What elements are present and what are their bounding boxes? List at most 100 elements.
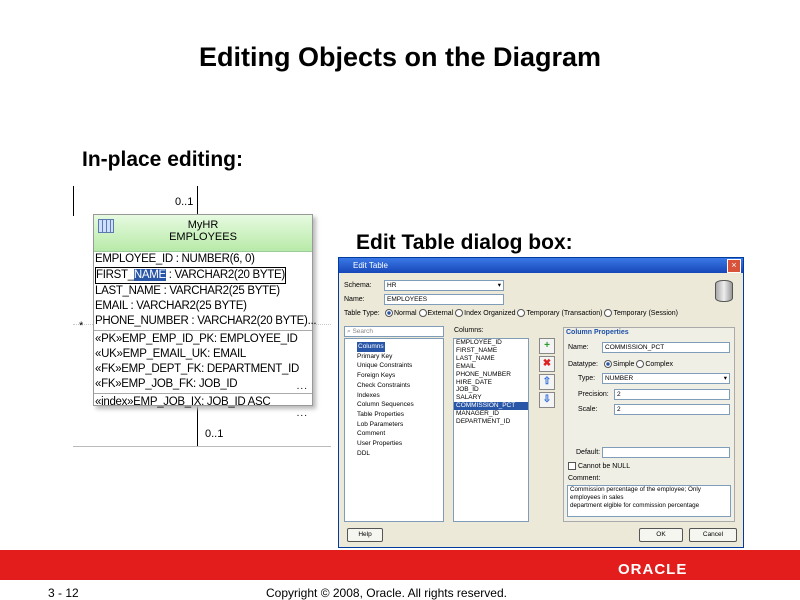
scale-input[interactable]: 2 <box>614 404 730 415</box>
list-item-selected[interactable]: COMMISSION_PCT <box>454 402 528 411</box>
column-name-input[interactable]: COMMISSION_PCT <box>602 342 730 353</box>
type-label: Type: <box>578 375 596 382</box>
column-row[interactable]: LAST_NAME : VARCHAR2(25 BYTE) <box>94 284 312 299</box>
column-row[interactable]: EMAIL : VARCHAR2(25 BYTE) <box>94 299 312 314</box>
schema-select[interactable]: HR ▾ <box>384 280 504 291</box>
schema-label: Schema: <box>344 282 372 289</box>
columns-list[interactable]: EMPLOYEE_ID FIRST_NAME LAST_NAME EMAIL P… <box>453 338 529 522</box>
divider <box>94 393 312 394</box>
list-item[interactable]: MANAGER_ID <box>454 410 528 418</box>
search-input[interactable]: ⌕ Search <box>344 326 444 337</box>
chevron-down-icon: ▾ <box>723 375 727 382</box>
comment-label: Comment: <box>568 475 601 482</box>
radio-icon <box>385 309 393 317</box>
close-icon[interactable]: × <box>727 259 741 273</box>
column-row[interactable]: PHONE_NUMBER : VARCHAR2(20 BYTE)... <box>94 314 317 329</box>
datatype-radios[interactable]: Simple Complex <box>604 360 673 368</box>
radio-icon <box>604 309 613 317</box>
type-select[interactable]: NUMBER ▾ <box>602 373 730 384</box>
employees-entity[interactable]: MyHR EMPLOYEES EMPLOYEE_ID : NUMBER(6, 0… <box>93 214 317 419</box>
radio-icon <box>418 309 427 317</box>
column-row[interactable]: EMPLOYEE_ID : NUMBER(6, 0) <box>94 252 312 267</box>
radio-temp-session[interactable]: Temporary (Session) <box>604 309 678 317</box>
radio-external[interactable]: External <box>418 309 453 317</box>
constraint-row[interactable]: «FK»EMP_JOB_FK: JOB_ID... <box>94 377 312 392</box>
list-item[interactable]: SALARY <box>454 394 528 402</box>
tree-item[interactable]: Lob Parameters <box>345 420 443 430</box>
radio-index-organized[interactable]: Index Organized <box>455 309 516 317</box>
radio-icon <box>604 360 612 368</box>
tree-item[interactable]: Unique Constraints <box>345 361 443 371</box>
radio-normal[interactable]: Normal <box>385 309 417 317</box>
index-row[interactable]: «index»EMP_JOB_IX: JOB_ID ASC <box>94 395 312 410</box>
datatype-label: Datatype: <box>568 361 598 368</box>
cardinality-bottom: 0..1 <box>205 428 224 440</box>
relation-line-top <box>197 186 198 214</box>
delete-icon: ✖ <box>542 358 552 369</box>
help-button[interactable]: Help <box>347 528 383 542</box>
default-input[interactable] <box>602 447 730 458</box>
edit-table-dialog[interactable]: Edit Table × Schema: HR ▾ Name: EMPLOYEES… <box>338 257 744 548</box>
tree-item[interactable]: Table Properties <box>345 410 443 420</box>
not-null-checkbox[interactable]: Cannot be NULL <box>568 462 630 470</box>
tree-item[interactable]: DDL <box>345 449 443 459</box>
tree-item[interactable]: Indexes <box>345 391 443 401</box>
comment-textarea[interactable]: Commission percentage of the employee; O… <box>567 485 731 517</box>
list-item[interactable]: DEPARTMENT_ID <box>454 418 528 426</box>
tree-item[interactable]: Check Constraints <box>345 381 443 391</box>
name-input[interactable]: EMPLOYEES <box>384 294 504 305</box>
radio-icon <box>455 309 464 317</box>
column-row-editing[interactable]: FIRST_NAME : VARCHAR2(20 BYTE) <box>94 267 312 284</box>
name-label: Name: <box>344 296 365 303</box>
selected-text: NAME <box>133 269 166 281</box>
tree-item[interactable]: Comment <box>345 429 443 439</box>
column-properties-panel: Column Properties Name: COMMISSION_PCT D… <box>563 327 735 522</box>
list-item[interactable]: FIRST_NAME <box>454 347 528 355</box>
radio-temp-transaction[interactable]: Temporary (Transaction) <box>517 309 602 317</box>
list-item[interactable]: EMAIL <box>454 363 528 371</box>
tree-item[interactable]: User Properties <box>345 439 443 449</box>
constraint-row[interactable]: «FK»EMP_DEPT_FK: DEPARTMENT_ID <box>94 362 312 377</box>
tree-item[interactable]: Foreign Keys <box>345 371 443 381</box>
oracle-logo: ORACLE <box>618 561 688 578</box>
section-tree[interactable]: Columns Primary Key Unique Constraints F… <box>344 338 444 522</box>
tree-item-columns[interactable]: Columns <box>345 339 443 352</box>
list-item[interactable]: LAST_NAME <box>454 355 528 363</box>
entity-header[interactable]: MyHR EMPLOYEES <box>94 215 312 252</box>
copyright: Copyright © 2008, Oracle. All rights res… <box>266 586 507 600</box>
radio-complex[interactable]: Complex <box>636 360 673 368</box>
list-item[interactable]: JOB_ID <box>454 386 528 394</box>
list-item[interactable]: EMPLOYEE_ID <box>454 339 528 347</box>
database-icon <box>715 280 733 302</box>
divider <box>94 330 312 331</box>
radio-simple[interactable]: Simple <box>604 360 634 368</box>
tree-item[interactable]: Primary Key <box>345 352 443 362</box>
add-column-button[interactable]: + <box>539 338 555 354</box>
inplace-edit-field[interactable]: FIRST_NAME : VARCHAR2(20 BYTE) <box>95 267 286 284</box>
prop-name-label: Name: <box>568 344 589 351</box>
constraint-row[interactable]: «PK»EMP_EMP_ID_PK: EMPLOYEE_ID <box>94 332 312 347</box>
move-up-button[interactable]: ⇧ <box>539 374 555 390</box>
table-type-radios[interactable]: Normal External Index Organized Temporar… <box>385 309 678 317</box>
column-properties-title: Column Properties <box>566 329 629 336</box>
ok-button[interactable]: OK <box>639 528 683 542</box>
diagram-canvas[interactable]: 0..1 0..1 * MyHR EMPLOYEES EMPLOYEE_ID :… <box>73 186 331 447</box>
checkbox-icon <box>568 462 576 470</box>
precision-input[interactable]: 2 <box>614 389 730 400</box>
inplace-heading: In-place editing: <box>82 148 244 171</box>
table-type-label: Table Type: <box>344 310 380 317</box>
diagram-edge <box>73 186 74 216</box>
tree-item[interactable]: Column Sequences <box>345 400 443 410</box>
list-item[interactable]: HIRE_DATE <box>454 379 528 387</box>
dialog-titlebar[interactable]: Edit Table × <box>339 258 743 273</box>
star-marker: * <box>79 320 84 332</box>
move-down-button[interactable]: ⇩ <box>539 392 555 408</box>
list-item[interactable]: PHONE_NUMBER <box>454 371 528 379</box>
table-icon <box>98 219 114 233</box>
arrow-down-icon: ⇩ <box>542 394 552 405</box>
remove-column-button[interactable]: ✖ <box>539 356 555 372</box>
page-number: 3 - 12 <box>48 586 79 600</box>
constraint-row[interactable]: «UK»EMP_EMAIL_UK: EMAIL <box>94 347 312 362</box>
cancel-button[interactable]: Cancel <box>689 528 737 542</box>
slide-title: Editing Objects on the Diagram <box>198 42 602 72</box>
